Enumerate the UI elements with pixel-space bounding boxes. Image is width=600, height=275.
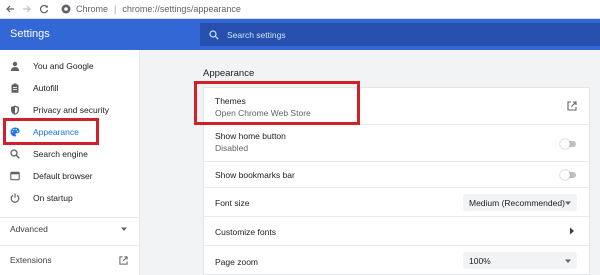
toggle-knob <box>560 170 570 180</box>
page-zoom-row: Page zoom 100% <box>204 246 591 275</box>
section-title: Appearance <box>203 68 255 79</box>
sidebar-item-label: Privacy and security <box>33 105 110 115</box>
caret-down-icon <box>565 201 571 205</box>
caret-down-icon <box>565 259 571 263</box>
search-settings-input[interactable]: Search settings <box>200 23 600 46</box>
sidebar-item-label: Autofill <box>33 83 59 93</box>
open-in-new-icon[interactable] <box>567 101 577 111</box>
browser-window-icon <box>10 171 20 181</box>
chevron-right-icon <box>570 227 574 235</box>
chrome-logo-icon <box>61 4 71 14</box>
back-arrow-icon[interactable] <box>3 2 17 16</box>
sidebar-item-search-engine[interactable]: Search engine <box>0 143 140 165</box>
sidebar-item-label: You and Google <box>33 61 94 71</box>
search-placeholder: Search settings <box>227 29 286 40</box>
page-zoom-value: 100% <box>469 255 491 266</box>
show-bookmarks-bar-title: Show bookmarks bar <box>215 170 295 180</box>
customize-fonts-title: Customize fonts <box>215 227 276 237</box>
address-bar: Chrome | chrome://settings/appearance <box>0 0 600 19</box>
page-title: Settings <box>10 28 50 40</box>
show-home-button-toggle[interactable] <box>560 139 577 149</box>
sidebar-divider <box>0 245 140 246</box>
url-separator: | <box>114 4 117 14</box>
reload-icon[interactable] <box>37 2 51 16</box>
extensions-label: Extensions <box>10 255 52 265</box>
sidebar-item-on-startup[interactable]: On startup <box>0 187 140 209</box>
open-in-new-icon <box>119 255 128 265</box>
sidebar-item-default-browser[interactable]: Default browser <box>0 165 140 187</box>
url-text[interactable]: chrome://settings/appearance <box>122 4 241 14</box>
show-home-button-subtitle: Disabled <box>215 143 249 153</box>
advanced-label: Advanced <box>10 224 48 234</box>
power-icon <box>10 193 20 203</box>
clipboard-icon <box>10 83 20 93</box>
site-label: Chrome <box>76 4 109 14</box>
font-size-row: Font size Medium (Recommended) <box>204 188 591 217</box>
show-home-button-row: Show home button Disabled <box>204 125 591 162</box>
customize-fonts-row[interactable]: Customize fonts <box>204 217 591 246</box>
settings-header: Settings Search settings <box>0 19 600 50</box>
forward-arrow-icon[interactable] <box>20 2 34 16</box>
font-size-select[interactable]: Medium (Recommended) <box>463 194 577 211</box>
highlight-box-appearance <box>3 118 99 145</box>
show-bookmarks-bar-row: Show bookmarks bar <box>204 162 591 188</box>
highlight-box-themes <box>194 81 360 125</box>
font-size-title: Font size <box>215 198 250 208</box>
sidebar-item-you-and-google[interactable]: You and Google <box>0 55 140 77</box>
page-zoom-title: Page zoom <box>215 257 258 267</box>
sidebar-item-label: On startup <box>33 193 73 203</box>
shield-icon <box>10 105 20 115</box>
page-zoom-select[interactable]: 100% <box>463 252 577 269</box>
search-icon <box>209 29 219 40</box>
sidebar-item-label: Default browser <box>33 171 93 181</box>
toggle-knob <box>560 139 570 149</box>
sidebar-divider <box>0 217 140 218</box>
sidebar-advanced-toggle[interactable]: Advanced <box>0 220 140 238</box>
person-icon <box>10 61 20 71</box>
caret-down-icon <box>121 227 127 231</box>
show-home-button-title: Show home button <box>215 131 286 141</box>
sidebar-item-label: Search engine <box>33 149 88 159</box>
show-bookmarks-bar-toggle[interactable] <box>560 170 577 180</box>
sidebar: You and Google Autofill Privacy and secu… <box>0 50 140 275</box>
sidebar-item-extensions[interactable]: Extensions <box>0 250 140 270</box>
search-icon <box>10 149 20 159</box>
sidebar-item-autofill[interactable]: Autofill <box>0 77 140 99</box>
font-size-value: Medium (Recommended) <box>469 197 565 208</box>
